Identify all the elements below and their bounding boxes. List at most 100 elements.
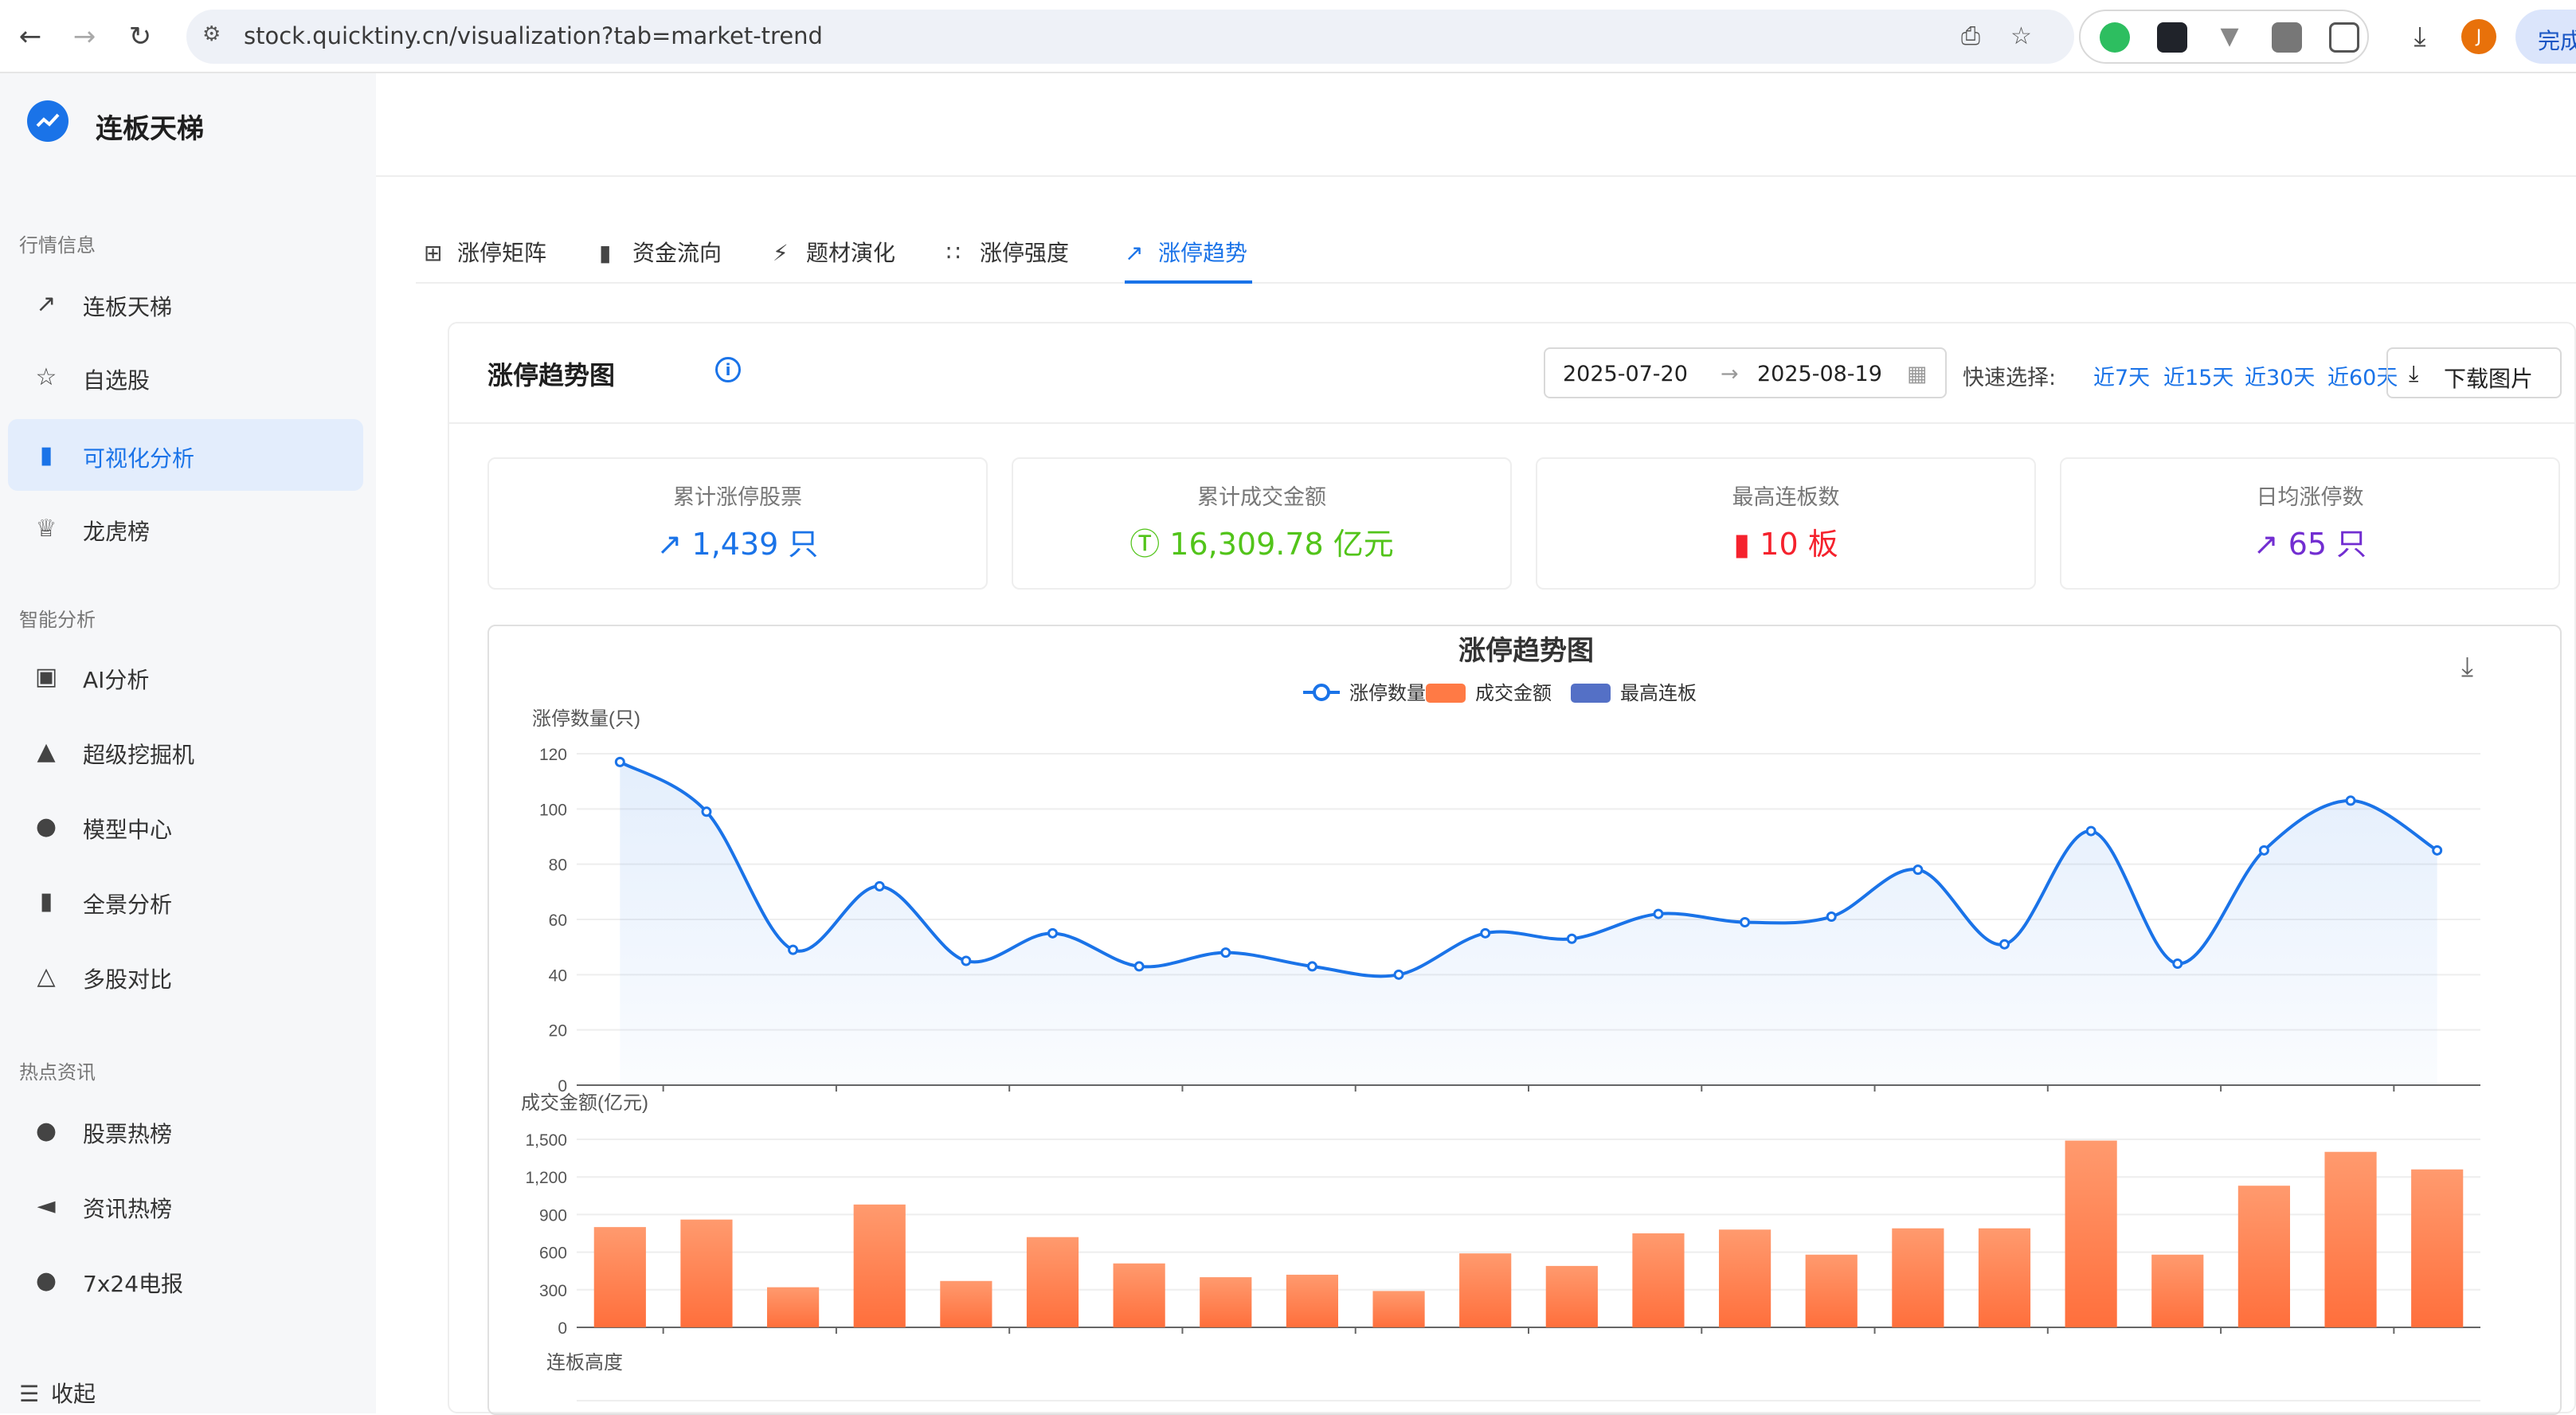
react-devtools-extension-icon[interactable]: [2157, 22, 2187, 53]
legend-label: 最高连板: [1620, 683, 1697, 704]
data-point: [1653, 908, 1664, 919]
extensions-group: ▼: [2079, 10, 2369, 64]
stat-card-total-amount: 累计成交金额 Ⓣ 16,309.78 亿元: [1012, 457, 1512, 590]
robot-icon: ▣: [34, 663, 58, 691]
end-date[interactable]: 2025-08-19: [1757, 362, 1882, 386]
sidebar-item-ai[interactable]: ▣ AI分析: [8, 641, 363, 712]
y-tick-label: 300: [539, 1282, 567, 1300]
done-button[interactable]: 完成: [2515, 10, 2576, 64]
bar: [1805, 1254, 1858, 1327]
data-point: [2085, 825, 2096, 837]
data-point: [701, 806, 712, 817]
bookmark-star-icon[interactable]: ☆: [2010, 22, 2032, 50]
main-content: ⊞ 涨停矩阵 ▮ 资金流向 ⚡ 题材演化 ∷ 涨停强度 ↗ 涨停趋势 涨停趋势图 i 20…: [376, 73, 2576, 1415]
extensions-puzzle-icon[interactable]: [2329, 22, 2359, 53]
profile-avatar[interactable]: J: [2461, 19, 2496, 54]
quick-30-days[interactable]: 近30天: [2245, 360, 2315, 391]
legend-bar-marker: [1571, 684, 1611, 703]
bar: [680, 1219, 733, 1327]
bar: [940, 1280, 992, 1327]
bar-chart-icon: ▮: [39, 441, 53, 469]
bar: [1545, 1265, 1598, 1327]
y-axis-title: 连板高度: [546, 1352, 623, 1374]
y-tick-label: 600: [539, 1244, 567, 1263]
tab-matrix[interactable]: ⊞ 涨停矩阵: [424, 236, 546, 300]
sidebar-item-models[interactable]: ● 模型中心: [8, 790, 363, 862]
tab-capital-flow[interactable]: ▮ 资金流向: [599, 236, 722, 300]
install-app-icon[interactable]: ⎙: [1961, 22, 1980, 50]
data-point: [2432, 845, 2443, 856]
tab-strength[interactable]: ∷ 涨停强度: [946, 236, 1069, 300]
back-icon[interactable]: ←: [11, 18, 49, 56]
stat-card-max-board: 最高连板数 ▮ 10 板: [1536, 457, 2036, 590]
y-tick-label: 120: [539, 746, 567, 764]
fire-icon: ●: [35, 1267, 57, 1295]
sidebar-item-telegraph[interactable]: ● 7x24电报: [8, 1244, 363, 1316]
tab-trend[interactable]: ↗ 涨停趋势: [1125, 220, 1252, 284]
data-point: [1480, 927, 1491, 939]
fire-icon: ●: [35, 813, 57, 841]
quick-7-days[interactable]: 近7天: [2093, 360, 2150, 391]
forward-icon[interactable]: →: [65, 18, 104, 56]
y-tick-label: 1,200: [525, 1169, 567, 1187]
y-axis-title: 成交金额(亿元): [521, 1092, 648, 1114]
data-point: [1047, 927, 1058, 939]
data-point: [2172, 958, 2183, 969]
bar: [2237, 1186, 2290, 1327]
start-date[interactable]: 2025-07-20: [1563, 362, 1688, 386]
y-tick-label: 60: [549, 911, 567, 930]
data-point: [1912, 864, 1924, 876]
sidebar-item-lianban[interactable]: ↗ 连板天梯: [8, 268, 363, 339]
site-settings-icon[interactable]: ⚙: [202, 22, 231, 51]
quick-select-label: 快速选择:: [1963, 366, 2057, 390]
bar: [1459, 1253, 1512, 1327]
bar: [593, 1227, 646, 1327]
tab-bar: ⊞ 涨停矩阵 ▮ 资金流向 ⚡ 题材演化 ∷ 涨停强度 ↗ 涨停趋势: [416, 220, 2576, 284]
sidebar-item-compare[interactable]: △ 多股对比: [8, 940, 363, 1012]
bar: [2324, 1151, 2377, 1327]
y-tick-label: 900: [539, 1206, 567, 1225]
trophy-icon: ♕: [35, 515, 57, 543]
y-tick-label: 100: [539, 801, 567, 819]
sidebar-item-miner[interactable]: ▲ 超级挖掘机: [8, 715, 363, 787]
chart-title: 涨停趋势图: [1458, 636, 1594, 666]
evernote-extension-icon[interactable]: [2100, 22, 2130, 53]
sidebar-item-hot-news[interactable]: ◄ 资讯热榜: [8, 1170, 363, 1241]
download-icon: ⤓: [2409, 360, 2419, 386]
address-bar[interactable]: ⚙ stock.quicktiny.cn/visualization?tab=m…: [186, 10, 2074, 64]
trend-chart-svg: 涨停趋势图 ⤓ 涨停数量 成交金额 最高连板涨停数量(只) 0 20 40 60 80 100 120…: [521, 636, 2480, 1401]
sidebar-item-panorama[interactable]: ▮ 全景分析: [8, 865, 363, 937]
date-range-picker[interactable]: 2025-07-20 → 2025-08-19 ▦: [1544, 347, 1947, 398]
y-tick-label: 80: [549, 856, 567, 875]
sidebar-item-dragon-tiger[interactable]: ♕ 龙虎榜: [8, 492, 363, 564]
chart-download-icon: ⤓: [2461, 652, 2473, 682]
bar: [1719, 1229, 1771, 1327]
sidebar-item-visualization[interactable]: ▮ 可视化分析: [8, 419, 363, 491]
data-point: [788, 944, 799, 955]
megaphone-icon: ◄: [37, 1192, 56, 1220]
bar-chart-icon: ▮: [39, 888, 53, 915]
tab-theme-evolution[interactable]: ⚡ 题材演化: [773, 236, 895, 300]
download-image-button[interactable]: ⤓ 下载图片: [2386, 347, 2562, 398]
bar: [1200, 1277, 1252, 1327]
y-tick-label: 1,500: [525, 1131, 567, 1150]
scatter-icon: ∷: [946, 240, 961, 266]
top-bar: [376, 73, 2576, 177]
downloads-icon[interactable]: ⤓: [2401, 18, 2439, 56]
trend-panel: 涨停趋势图 i 2025-07-20 → 2025-08-19 ▦ 快速选择: …: [448, 322, 2576, 1415]
vue-devtools-extension-icon[interactable]: ▼: [2214, 22, 2245, 53]
trend-up-icon: ↗: [656, 527, 692, 562]
y-axis-title: 涨停数量(只): [532, 708, 640, 730]
arrow-right-icon: →: [1721, 362, 1739, 386]
fire-icon: ●: [35, 1117, 57, 1145]
logo-icon: [27, 100, 69, 142]
quick-15-days[interactable]: 近15天: [2163, 360, 2233, 391]
url-text: stock.quicktiny.cn/visualization?tab=mar…: [244, 22, 823, 49]
extension-icon[interactable]: [2272, 22, 2302, 53]
sidebar-item-watchlist[interactable]: ☆ 自选股: [8, 341, 363, 413]
reload-icon[interactable]: ↻: [121, 18, 159, 56]
flask-icon: △: [37, 962, 56, 990]
sidebar-item-hot-stocks[interactable]: ● 股票热榜: [8, 1095, 363, 1166]
info-icon[interactable]: i: [715, 357, 741, 382]
collapse-sidebar-button[interactable]: ☰ 收起: [19, 1377, 96, 1409]
